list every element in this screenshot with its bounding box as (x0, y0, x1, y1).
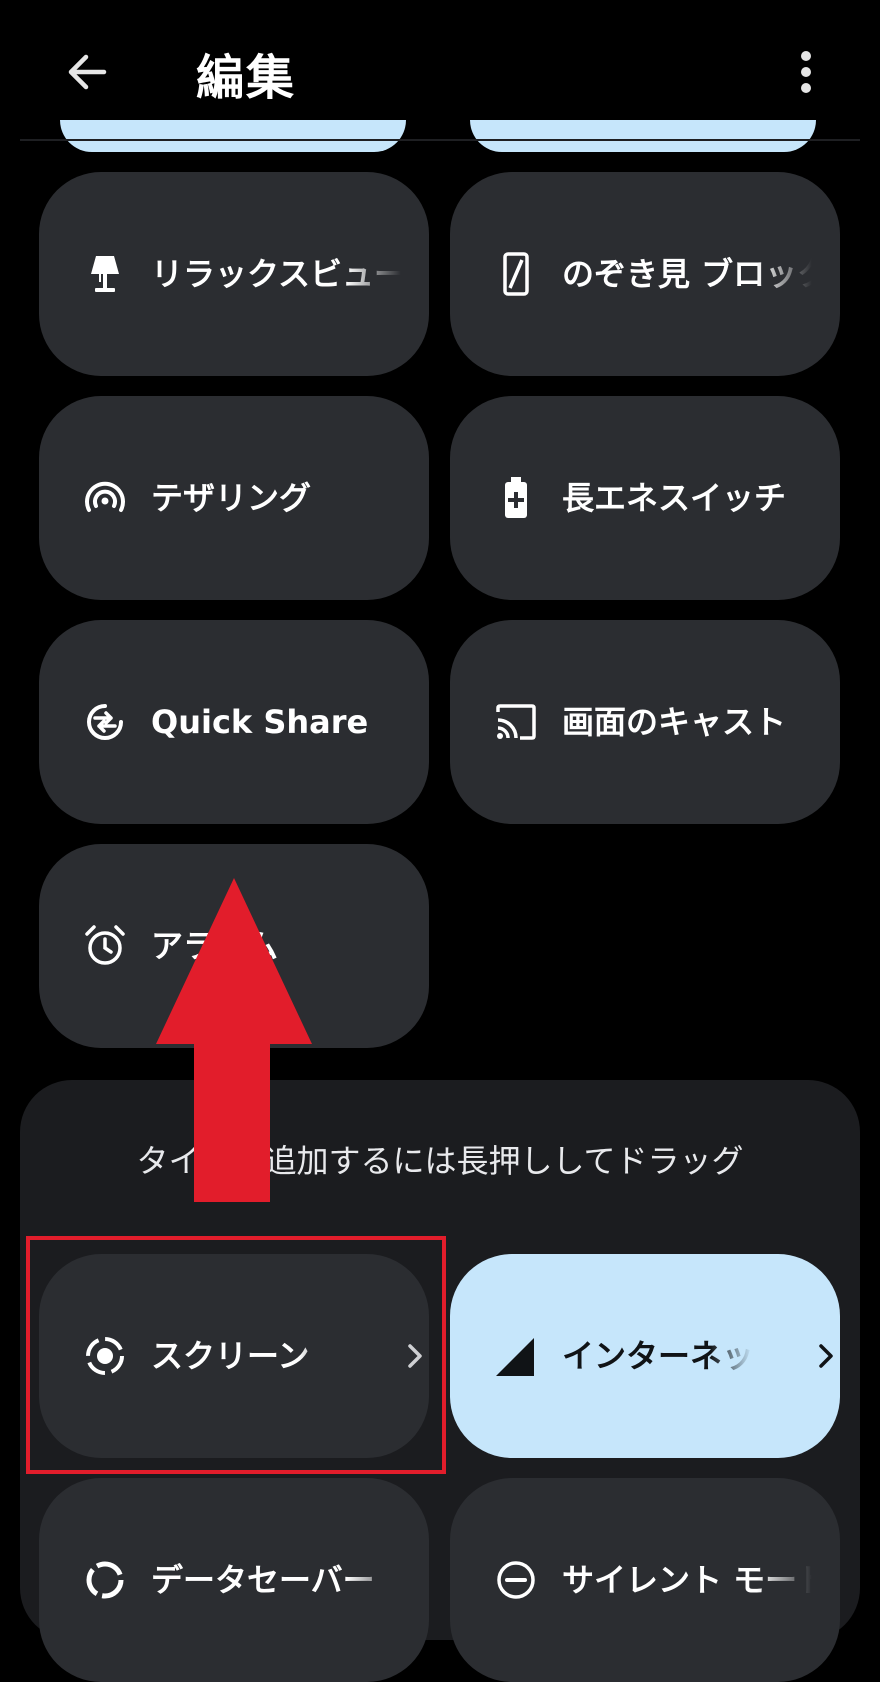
top-bar: 編集 (0, 0, 880, 140)
tile-label: インターネット (562, 1337, 752, 1375)
tile-label: 画面のキャスト (562, 703, 787, 741)
chevron-right-icon (819, 1344, 833, 1368)
tile-label: データセーバー (151, 1561, 375, 1599)
tile-label: 長エネスイッチ (562, 479, 787, 517)
tile-label: リラックスビュー (151, 255, 401, 293)
tile-internet[interactable]: インターネット (450, 1254, 840, 1458)
tile-long-energy-switch[interactable]: 長エネスイッチ (450, 396, 840, 600)
drag-hint-text: タイルを追加するには長押ししてドラッグ (136, 1142, 744, 1180)
scrolled-tile-peek-left[interactable] (60, 120, 406, 152)
tile-peek-block[interactable]: のぞき見 ブロック (450, 172, 840, 376)
data-saver-icon (86, 1561, 124, 1599)
annotation-arrow-up-icon (156, 878, 312, 1202)
tile-label: テザリング (151, 479, 312, 517)
more-vertical-icon[interactable] (786, 42, 826, 102)
annotation-highlight-box (26, 1236, 446, 1474)
tile-silent-mode[interactable]: サイレント モード (450, 1478, 840, 1682)
tile-screen-cast[interactable]: 画面のキャスト (450, 620, 840, 824)
tile-label: サイレント モード (562, 1561, 812, 1599)
alarm-icon (85, 925, 125, 965)
tile-relax-view[interactable]: リラックスビュー (39, 172, 429, 376)
do-not-disturb-icon (497, 1561, 535, 1599)
quick-share-icon (87, 704, 123, 740)
tile-label: Quick Share (151, 703, 369, 741)
phone-privacy-icon (503, 252, 529, 296)
page-title: 編集 (196, 50, 297, 106)
header-divider (20, 139, 860, 141)
cast-icon (496, 704, 536, 740)
battery-plus-icon (505, 477, 527, 518)
hotspot-icon (85, 481, 125, 512)
tile-data-saver[interactable]: データセーバー (39, 1478, 429, 1682)
signal-icon (496, 1338, 534, 1376)
tile-quick-share[interactable]: Quick Share (39, 620, 429, 824)
tile-label: のぞき見 ブロック (562, 255, 812, 293)
arrow-left-icon[interactable] (58, 42, 118, 102)
scrolled-tile-peek-right[interactable] (470, 120, 816, 152)
tile-tethering[interactable]: テザリング (39, 396, 429, 600)
lamp-icon (91, 256, 119, 292)
